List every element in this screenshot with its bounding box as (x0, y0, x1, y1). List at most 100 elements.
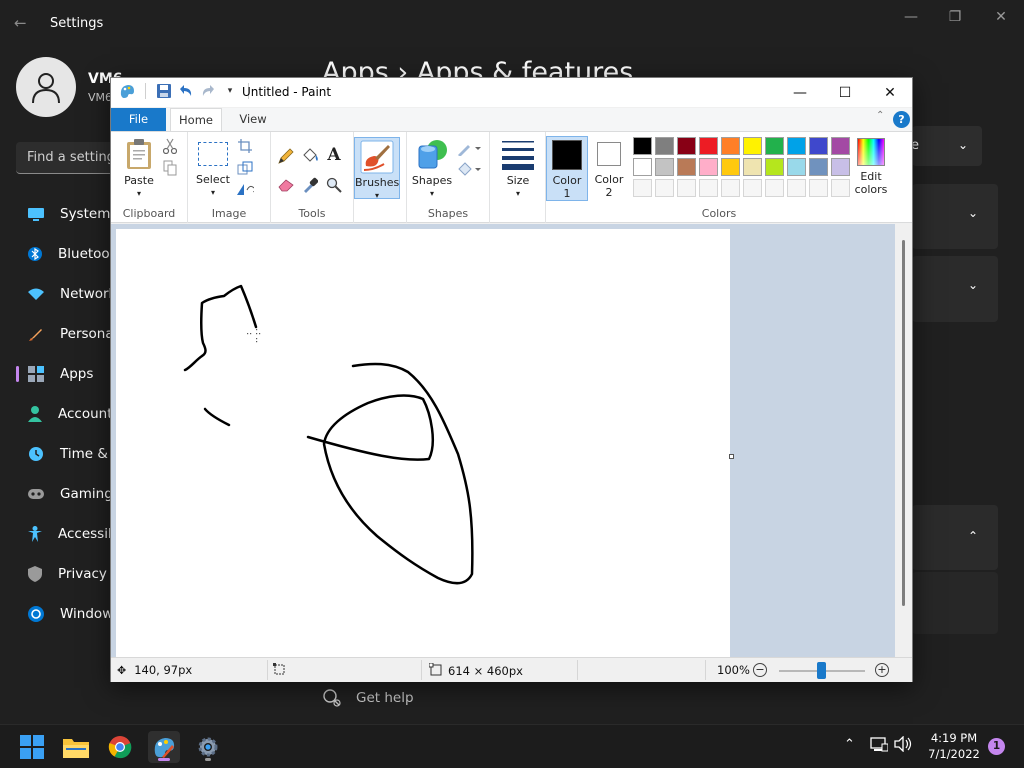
settings-card[interactable]: ⌄ (912, 256, 998, 322)
color-swatch[interactable] (699, 158, 718, 176)
fill-icon[interactable] (457, 160, 483, 178)
color-swatch[interactable] (787, 137, 806, 155)
color-swatch[interactable] (633, 158, 652, 176)
shapes-button[interactable]: Shapes ▾ (411, 138, 453, 200)
outline-icon[interactable] (457, 140, 483, 158)
nav-item-accounts[interactable]: Accounts (0, 394, 110, 434)
fill-bucket-icon[interactable] (301, 147, 319, 165)
nav-item-time-language[interactable]: Time & language (0, 434, 110, 474)
back-arrow-icon[interactable]: ← (14, 14, 34, 34)
custom-color-slot[interactable] (831, 179, 850, 197)
network-icon[interactable] (870, 736, 889, 756)
redo-icon[interactable] (200, 83, 216, 99)
rotate-icon[interactable] (236, 180, 254, 198)
settings-card-expanded[interactable]: ⌃ (912, 505, 998, 570)
custom-color-slot[interactable] (765, 179, 784, 197)
scrollbar-thumb[interactable] (902, 240, 905, 606)
custom-color-slot[interactable] (633, 179, 652, 197)
chevron-up-icon[interactable]: ⌃ (844, 737, 855, 752)
color2-button[interactable]: Color 2 (591, 136, 627, 199)
color-swatch[interactable] (699, 137, 718, 155)
color-swatch[interactable] (743, 137, 762, 155)
customize-toolbar-icon[interactable]: ▾ (222, 83, 238, 99)
nav-item-system[interactable]: System (0, 194, 110, 234)
nav-item-bluetooth[interactable]: Bluetooth (0, 234, 110, 274)
magnifier-icon[interactable] (325, 176, 343, 194)
color-swatch[interactable] (677, 137, 696, 155)
minimize-icon[interactable]: — (789, 82, 811, 104)
undo-icon[interactable] (178, 83, 194, 99)
nav-item-accessibility[interactable]: Accessibility (0, 514, 110, 554)
custom-color-slot[interactable] (699, 179, 718, 197)
brushes-button[interactable]: Brushes ▾ (354, 137, 400, 200)
edit-colors-button[interactable]: Edit colors (852, 138, 890, 196)
settings-card[interactable]: ⌄ (912, 184, 998, 249)
color-swatch[interactable] (655, 137, 674, 155)
start-button[interactable] (16, 731, 48, 763)
maximize-icon[interactable]: ☐ (834, 82, 856, 104)
canvas-resize-handle[interactable] (729, 454, 734, 459)
custom-color-slot[interactable] (809, 179, 828, 197)
color-swatch[interactable] (787, 158, 806, 176)
tab-home[interactable]: Home (170, 108, 222, 131)
color-swatch[interactable] (721, 158, 740, 176)
color-swatch[interactable] (809, 137, 828, 155)
collapse-ribbon-icon[interactable]: ⌃ (876, 110, 884, 121)
notification-badge[interactable]: 1 (988, 738, 1005, 755)
select-button[interactable]: Select ▾ (194, 142, 232, 199)
cut-icon[interactable] (161, 137, 179, 155)
custom-color-slot[interactable] (677, 179, 696, 197)
color-swatch[interactable] (633, 137, 652, 155)
nav-item-windows-update[interactable]: Windows Update (0, 594, 110, 634)
color1-button[interactable]: Color 1 (546, 136, 588, 201)
eraser-icon[interactable] (277, 176, 295, 194)
nav-item-gaming[interactable]: Gaming (0, 474, 110, 514)
nav-item-privacy[interactable]: Privacy & security (0, 554, 110, 594)
tab-view[interactable]: View (229, 108, 277, 131)
color-swatch[interactable] (809, 158, 828, 176)
nav-item-personalization[interactable]: Personalization (0, 314, 110, 354)
minimize-icon[interactable]: — (902, 8, 920, 26)
paste-button[interactable]: Paste ▾ (121, 138, 157, 200)
color-swatch[interactable] (743, 158, 762, 176)
color-swatch[interactable] (721, 137, 740, 155)
zoom-in-icon[interactable]: + (875, 663, 889, 677)
get-help-link[interactable]: Get help (322, 688, 414, 708)
custom-color-slot[interactable] (721, 179, 740, 197)
file-explorer-button[interactable] (60, 731, 92, 763)
zoom-slider-thumb[interactable] (817, 662, 826, 679)
color-swatch[interactable] (677, 158, 696, 176)
chrome-button[interactable] (104, 731, 136, 763)
help-icon[interactable]: ? (893, 111, 910, 128)
vertical-scrollbar[interactable] (895, 224, 912, 657)
system-clock[interactable]: 4:19 PM 7/1/2022 (920, 730, 988, 762)
color-swatch[interactable] (655, 158, 674, 176)
custom-color-slot[interactable] (787, 179, 806, 197)
custom-color-slot[interactable] (655, 179, 674, 197)
custom-color-slot[interactable] (743, 179, 762, 197)
search-input[interactable]: Find a setting (16, 142, 116, 174)
zoom-out-icon[interactable]: − (753, 663, 767, 677)
sort-dropdown[interactable]: re ⌄ (906, 126, 982, 166)
save-icon[interactable] (156, 83, 172, 99)
color-swatch[interactable] (765, 137, 784, 155)
pencil-icon[interactable] (277, 147, 295, 165)
color-picker-icon[interactable] (301, 176, 319, 194)
color-swatch[interactable] (831, 137, 850, 155)
restore-icon[interactable]: ❐ (946, 8, 964, 26)
color-swatch[interactable] (765, 158, 784, 176)
settings-taskbar-button[interactable] (192, 731, 224, 763)
paint-app-icon[interactable] (119, 83, 135, 99)
size-button[interactable]: Size ▾ (496, 138, 540, 200)
color-swatch[interactable] (831, 158, 850, 176)
crop-icon[interactable] (236, 137, 254, 155)
tab-file[interactable]: File (111, 108, 166, 131)
close-icon[interactable]: ✕ (879, 82, 901, 104)
resize-icon[interactable] (236, 159, 254, 177)
nav-item-network[interactable]: Network (0, 274, 110, 314)
paint-taskbar-button[interactable] (148, 731, 180, 763)
volume-icon[interactable] (894, 735, 912, 756)
text-tool-icon[interactable]: A (325, 145, 343, 165)
avatar[interactable] (16, 57, 76, 117)
copy-icon[interactable] (161, 159, 179, 177)
